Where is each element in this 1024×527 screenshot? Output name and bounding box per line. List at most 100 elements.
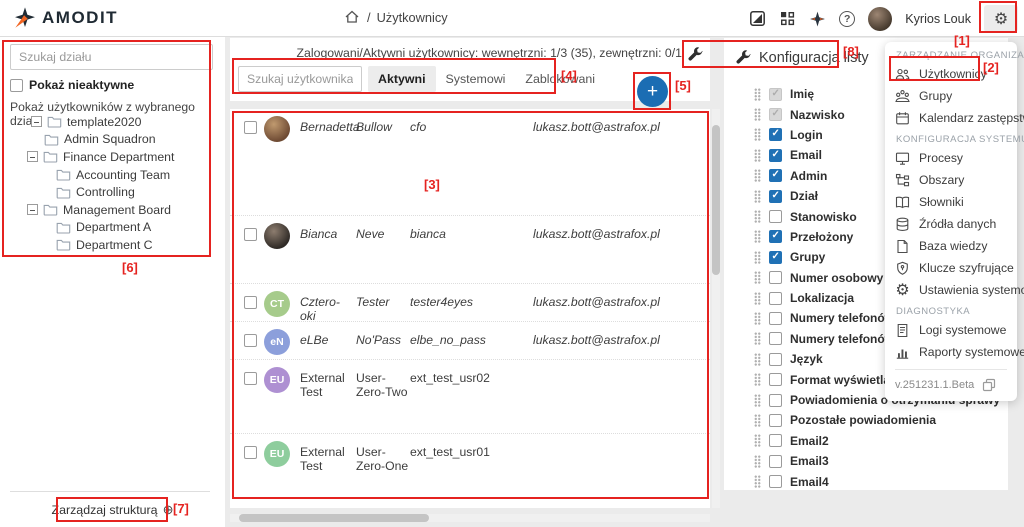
drag-handle-icon[interactable] — [754, 373, 761, 386]
config-list-item[interactable]: Email2 — [724, 431, 1008, 451]
tree-item[interactable]: template2020 — [0, 113, 225, 131]
drag-handle-icon[interactable] — [754, 353, 761, 366]
table-row[interactable]: eN eLBe No'Pass elbe_no_pass lukasz.bott… — [230, 321, 710, 359]
show-inactive-checkbox[interactable] — [10, 79, 23, 92]
scrollbar-thumb[interactable] — [712, 125, 720, 275]
config-checkbox[interactable] — [769, 312, 782, 325]
add-user-button[interactable]: + — [637, 76, 668, 107]
menu-item-ustawienia[interactable]: Ustawienia systemowe — [895, 279, 1007, 301]
tree-item[interactable]: Accounting Team — [0, 166, 225, 184]
drag-handle-icon[interactable] — [754, 88, 761, 101]
menu-item-logi[interactable]: Logi systemowe — [895, 319, 1007, 341]
tree-item[interactable]: Admin Squadron — [0, 131, 225, 149]
app-logo[interactable]: AMODIT — [13, 6, 118, 30]
menu-item-kalendarz[interactable]: Kalendarz zastępstw — [895, 107, 1007, 129]
row-checkbox[interactable] — [244, 334, 257, 347]
copy-icon[interactable] — [982, 378, 996, 392]
config-checkbox[interactable] — [769, 414, 782, 427]
drag-handle-icon[interactable] — [754, 128, 761, 141]
settings-button[interactable] — [984, 5, 1018, 32]
drag-handle-icon[interactable] — [754, 230, 761, 243]
drag-handle-icon[interactable] — [754, 475, 761, 488]
row-checkbox[interactable] — [244, 228, 257, 241]
config-checkbox[interactable] — [769, 373, 782, 386]
table-row[interactable]: Bernadetta Bullow cfo lukasz.bott@astraf… — [230, 109, 710, 215]
table-row[interactable]: CT Cztero-oki Tester tester4eyes lukasz.… — [230, 283, 710, 321]
drag-handle-icon[interactable] — [754, 394, 761, 407]
menu-item-zrodla-danych[interactable]: Źródła danych — [895, 213, 1007, 235]
menu-item-grupy[interactable]: Grupy — [895, 85, 1007, 107]
menu-item-procesy[interactable]: Procesy — [895, 147, 1007, 169]
config-checkbox[interactable] — [769, 169, 782, 182]
config-checkbox[interactable] — [769, 230, 782, 243]
drag-handle-icon[interactable] — [754, 292, 761, 305]
ai-sparkle-icon[interactable] — [809, 10, 826, 27]
menu-item-slowniki[interactable]: Słowniki — [895, 191, 1007, 213]
config-list-item[interactable]: Pozostałe powiadomienia — [724, 410, 1008, 430]
menu-item-raporty[interactable]: Raporty systemowe — [895, 341, 1007, 363]
collapse-icon[interactable] — [27, 204, 38, 215]
config-checkbox[interactable] — [769, 455, 782, 468]
horizontal-scrollbar[interactable] — [230, 514, 710, 522]
config-checkbox[interactable] — [769, 88, 782, 101]
user-name[interactable]: Kyrios Louk — [905, 12, 971, 26]
drag-handle-icon[interactable] — [754, 455, 761, 468]
wrench-icon[interactable] — [688, 47, 703, 62]
drag-handle-icon[interactable] — [754, 210, 761, 223]
manage-structure-button[interactable]: Zarządzaj strukturą — [0, 502, 225, 518]
config-checkbox[interactable] — [769, 475, 782, 488]
user-search-input[interactable] — [238, 66, 362, 92]
drag-handle-icon[interactable] — [754, 251, 761, 264]
drag-handle-icon[interactable] — [754, 149, 761, 162]
config-list-item[interactable]: Email3 — [724, 451, 1008, 471]
menu-item-obszary[interactable]: Obszary — [895, 169, 1007, 191]
config-checkbox[interactable] — [769, 149, 782, 162]
config-checkbox[interactable] — [769, 394, 782, 407]
config-checkbox[interactable] — [769, 108, 782, 121]
config-checkbox[interactable] — [769, 271, 782, 284]
drag-handle-icon[interactable] — [754, 108, 761, 121]
breadcrumb-page[interactable]: Użytkownicy — [377, 10, 448, 25]
help-icon[interactable]: ? — [839, 11, 855, 27]
tree-item[interactable]: Finance Department — [0, 148, 225, 166]
scrollbar-thumb[interactable] — [239, 514, 429, 522]
menu-item-klucze[interactable]: Klucze szyfrujące — [895, 257, 1007, 279]
user-avatar[interactable] — [868, 7, 892, 31]
table-row[interactable]: EU External Test User-Zero-Two ext_test_… — [230, 359, 710, 433]
drag-handle-icon[interactable] — [754, 190, 761, 203]
tree-item[interactable]: Controlling — [0, 183, 225, 201]
config-checkbox[interactable] — [769, 434, 782, 447]
drag-handle-icon[interactable] — [754, 169, 761, 182]
home-icon[interactable] — [344, 9, 361, 26]
config-checkbox[interactable] — [769, 332, 782, 345]
menu-item-baza-wiedzy[interactable]: Baza wiedzy — [895, 235, 1007, 257]
config-checkbox[interactable] — [769, 353, 782, 366]
tree-item[interactable]: Management Board — [0, 201, 225, 219]
tab-systemowi[interactable]: Systemowi — [436, 66, 516, 92]
config-checkbox[interactable] — [769, 292, 782, 305]
row-checkbox[interactable] — [244, 446, 257, 459]
config-checkbox[interactable] — [769, 190, 782, 203]
table-row[interactable]: Bianca Neve bianca lukasz.bott@astrafox.… — [230, 215, 710, 283]
collapse-icon[interactable] — [31, 116, 42, 127]
drag-handle-icon[interactable] — [754, 332, 761, 345]
drag-handle-icon[interactable] — [754, 312, 761, 325]
tab-aktywni[interactable]: Aktywni — [368, 66, 436, 92]
row-checkbox[interactable] — [244, 121, 257, 134]
apps-grid-icon[interactable] — [779, 10, 796, 27]
tree-item[interactable]: Department C — [0, 236, 225, 254]
collapse-icon[interactable] — [27, 151, 38, 162]
config-checkbox[interactable] — [769, 251, 782, 264]
row-checkbox[interactable] — [244, 296, 257, 309]
config-list-item[interactable]: Email4 — [724, 471, 1008, 491]
drag-handle-icon[interactable] — [754, 434, 761, 447]
drag-handle-icon[interactable] — [754, 414, 761, 427]
table-row[interactable]: EU External Test User-Zero-One ext_test_… — [230, 433, 710, 507]
config-checkbox[interactable] — [769, 128, 782, 141]
contrast-theme-icon[interactable] — [749, 10, 766, 27]
config-checkbox[interactable] — [769, 210, 782, 223]
department-search-input[interactable] — [10, 44, 213, 70]
row-checkbox[interactable] — [244, 372, 257, 385]
vertical-scrollbar[interactable] — [712, 109, 720, 508]
drag-handle-icon[interactable] — [754, 271, 761, 284]
